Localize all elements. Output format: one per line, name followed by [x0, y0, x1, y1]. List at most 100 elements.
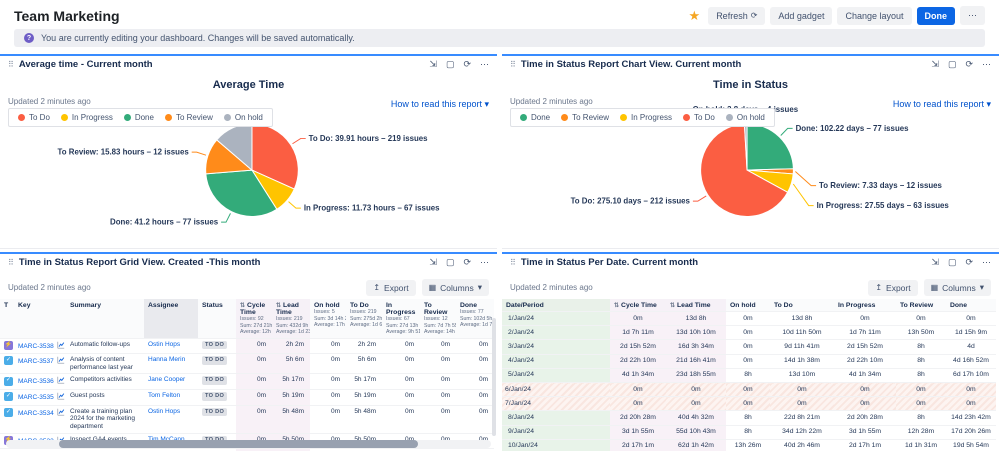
time-cell: 3d 1h 55m	[610, 425, 666, 439]
drag-handle-icon[interactable]: ⠿	[8, 60, 14, 69]
legend-item-done[interactable]: Done	[520, 113, 550, 122]
issue-key-link[interactable]: MARC-3536	[18, 378, 54, 385]
issue-key-link[interactable]: MARC-3538	[18, 343, 54, 350]
fullscreen-icon[interactable]: ▢	[948, 257, 957, 268]
issue-chart-icon[interactable]	[57, 408, 65, 419]
issue-chart-icon[interactable]	[57, 392, 65, 403]
resize-icon[interactable]: ⇲	[429, 59, 437, 70]
time-cell: 3d 1h 55m	[834, 425, 896, 439]
issue-chart-icon[interactable]	[57, 356, 65, 367]
assignee-link[interactable]: Ostin Hops	[148, 341, 180, 348]
col-header-in-progress: In ProgressIssues: 67Sum: 27d 13h 7mAver…	[382, 299, 420, 338]
legend-item-in-progress[interactable]: In Progress	[620, 113, 672, 122]
gadget-more-icon[interactable]: ⋯	[480, 257, 489, 268]
fullscreen-icon[interactable]: ▢	[948, 59, 957, 70]
issue-key-link[interactable]: MARC-3534	[18, 410, 54, 417]
resize-icon[interactable]: ⇲	[931, 257, 939, 268]
gadget-body: Updated 2 minutes ago ↥Export ▦Columns ▾…	[0, 273, 497, 451]
legend-dot	[61, 114, 68, 121]
time-cell: 0m	[610, 383, 666, 397]
issue-type-icon: ✓	[4, 392, 13, 401]
col-header-cycle-time[interactable]: ⇅Cycle TimeIssues: 92Sum: 27d 21h 4mAver…	[236, 299, 272, 338]
time-cell: 2d 22h 10m	[834, 354, 896, 368]
drag-handle-icon[interactable]: ⠿	[510, 258, 516, 267]
time-cell: 23d 18h 55m	[666, 368, 726, 382]
done-button[interactable]: Done	[917, 7, 956, 25]
col-header-lead-time[interactable]: ⇅Lead TimeIssues: 219Sum: 432d 9h 27mAve…	[272, 299, 310, 338]
sort-icon[interactable]: ⇅	[614, 303, 619, 309]
assignee-link[interactable]: Hanna Merin	[148, 356, 185, 363]
date-cell: 2/Jan/24	[502, 326, 610, 340]
issue-chart-icon[interactable]	[57, 341, 65, 352]
col-header-lead-time[interactable]: ⇅Lead Time	[666, 299, 726, 312]
date-row: 5/Jan/244d 1h 34m23d 18h 55m8h13d 10m4d …	[502, 368, 996, 382]
gadget-title: Time in Status Per Date. Current month	[521, 257, 927, 268]
time-cell: 5h 17m	[272, 374, 310, 390]
columns-button[interactable]: ▦Columns ▾	[422, 279, 489, 296]
gadget-header: ⠿ Average time - Current month ⇲ ▢ ⟳ ⋯	[0, 56, 497, 72]
edit-mode-banner: ? You are currently editing your dashboa…	[14, 29, 985, 47]
time-cell: 17d 20h 26m	[946, 425, 996, 439]
reload-icon[interactable]: ⟳	[463, 257, 471, 268]
col-header-cycle-time[interactable]: ⇅Cycle Time	[610, 299, 666, 312]
assignee-link[interactable]: Ostin Hops	[148, 408, 180, 415]
legend-item-on-hold[interactable]: On hold	[726, 113, 765, 122]
sort-icon[interactable]: ⇅	[276, 303, 281, 309]
fullscreen-icon[interactable]: ▢	[446, 257, 455, 268]
time-cell: 5h 48m	[272, 405, 310, 433]
time-cell: 6d 17h 10m	[946, 368, 996, 382]
assignee-link[interactable]: Tom Felton	[148, 392, 180, 399]
date-row: 8/Jan/242d 20h 28m40d 4h 32m8h22d 8h 21m…	[502, 411, 996, 425]
date-row: 6/Jan/240m0m0m0m0m0m0m	[502, 383, 996, 397]
time-cell: 0m	[946, 397, 996, 411]
time-cell: 0m	[726, 397, 770, 411]
export-button[interactable]: ↥Export	[366, 280, 415, 296]
sort-icon[interactable]: ⇅	[240, 303, 245, 309]
more-button[interactable]: ⋯	[960, 6, 985, 25]
reload-icon[interactable]: ⟳	[463, 59, 471, 70]
fullscreen-icon[interactable]: ▢	[446, 59, 455, 70]
issue-key-link[interactable]: MARC-3537	[18, 358, 54, 365]
issue-key-link[interactable]: MARC-3535	[18, 394, 54, 401]
legend-item-done[interactable]: Done	[124, 113, 154, 122]
pie-slice-done[interactable]	[747, 124, 793, 170]
reload-icon[interactable]: ⟳	[965, 257, 973, 268]
legend-item-to-do[interactable]: To Do	[683, 113, 715, 122]
drag-handle-icon[interactable]: ⠿	[8, 258, 14, 267]
date-cell: 4/Jan/24	[502, 354, 610, 368]
legend-item-in-progress[interactable]: In Progress	[61, 113, 113, 122]
legend-item-to-review[interactable]: To Review	[165, 113, 213, 122]
sort-icon[interactable]: ⇅	[670, 303, 675, 309]
horizontal-scrollbar-thumb[interactable]	[59, 440, 418, 448]
reload-icon[interactable]: ⟳	[965, 59, 973, 70]
time-cell: 0m	[420, 374, 456, 390]
gadget-title: Time in Status Report Chart View. Curren…	[521, 59, 927, 70]
change-layout-button[interactable]: Change layout	[837, 7, 911, 25]
pie-label-line	[289, 202, 301, 209]
dashboard-actions: ★ Refresh ⟳ Add gadget Change layout Don…	[689, 6, 985, 25]
resize-icon[interactable]: ⇲	[931, 59, 939, 70]
gadget-more-icon[interactable]: ⋯	[480, 59, 489, 70]
vertical-scrollbar[interactable]	[492, 318, 496, 436]
legend-label: Done	[531, 113, 550, 122]
columns-button[interactable]: ▦Columns ▾	[924, 279, 991, 296]
legend-item-to-review[interactable]: To Review	[561, 113, 609, 122]
legend-dot	[124, 114, 131, 121]
time-cell: 8h	[726, 411, 770, 425]
favorite-star-icon[interactable]: ★	[689, 8, 701, 24]
time-cell: 0m	[236, 338, 272, 354]
gadget-more-icon[interactable]: ⋯	[982, 257, 991, 268]
add-gadget-button[interactable]: Add gadget	[770, 7, 832, 25]
legend-item-to-do[interactable]: To Do	[18, 113, 50, 122]
export-button[interactable]: ↥Export	[868, 280, 917, 296]
status-badge: TO DO	[202, 392, 227, 401]
resize-icon[interactable]: ⇲	[429, 257, 437, 268]
assignee-link[interactable]: Jane Cooper	[148, 376, 185, 383]
refresh-button[interactable]: Refresh ⟳	[708, 7, 765, 25]
col-header-status: Status	[198, 299, 236, 338]
issue-chart-icon[interactable]	[57, 376, 65, 387]
drag-handle-icon[interactable]: ⠿	[510, 60, 516, 69]
legend-item-on-hold[interactable]: On hold	[224, 113, 263, 122]
gadget-more-icon[interactable]: ⋯	[982, 59, 991, 70]
time-cell: 1d 7h 11m	[610, 326, 666, 340]
